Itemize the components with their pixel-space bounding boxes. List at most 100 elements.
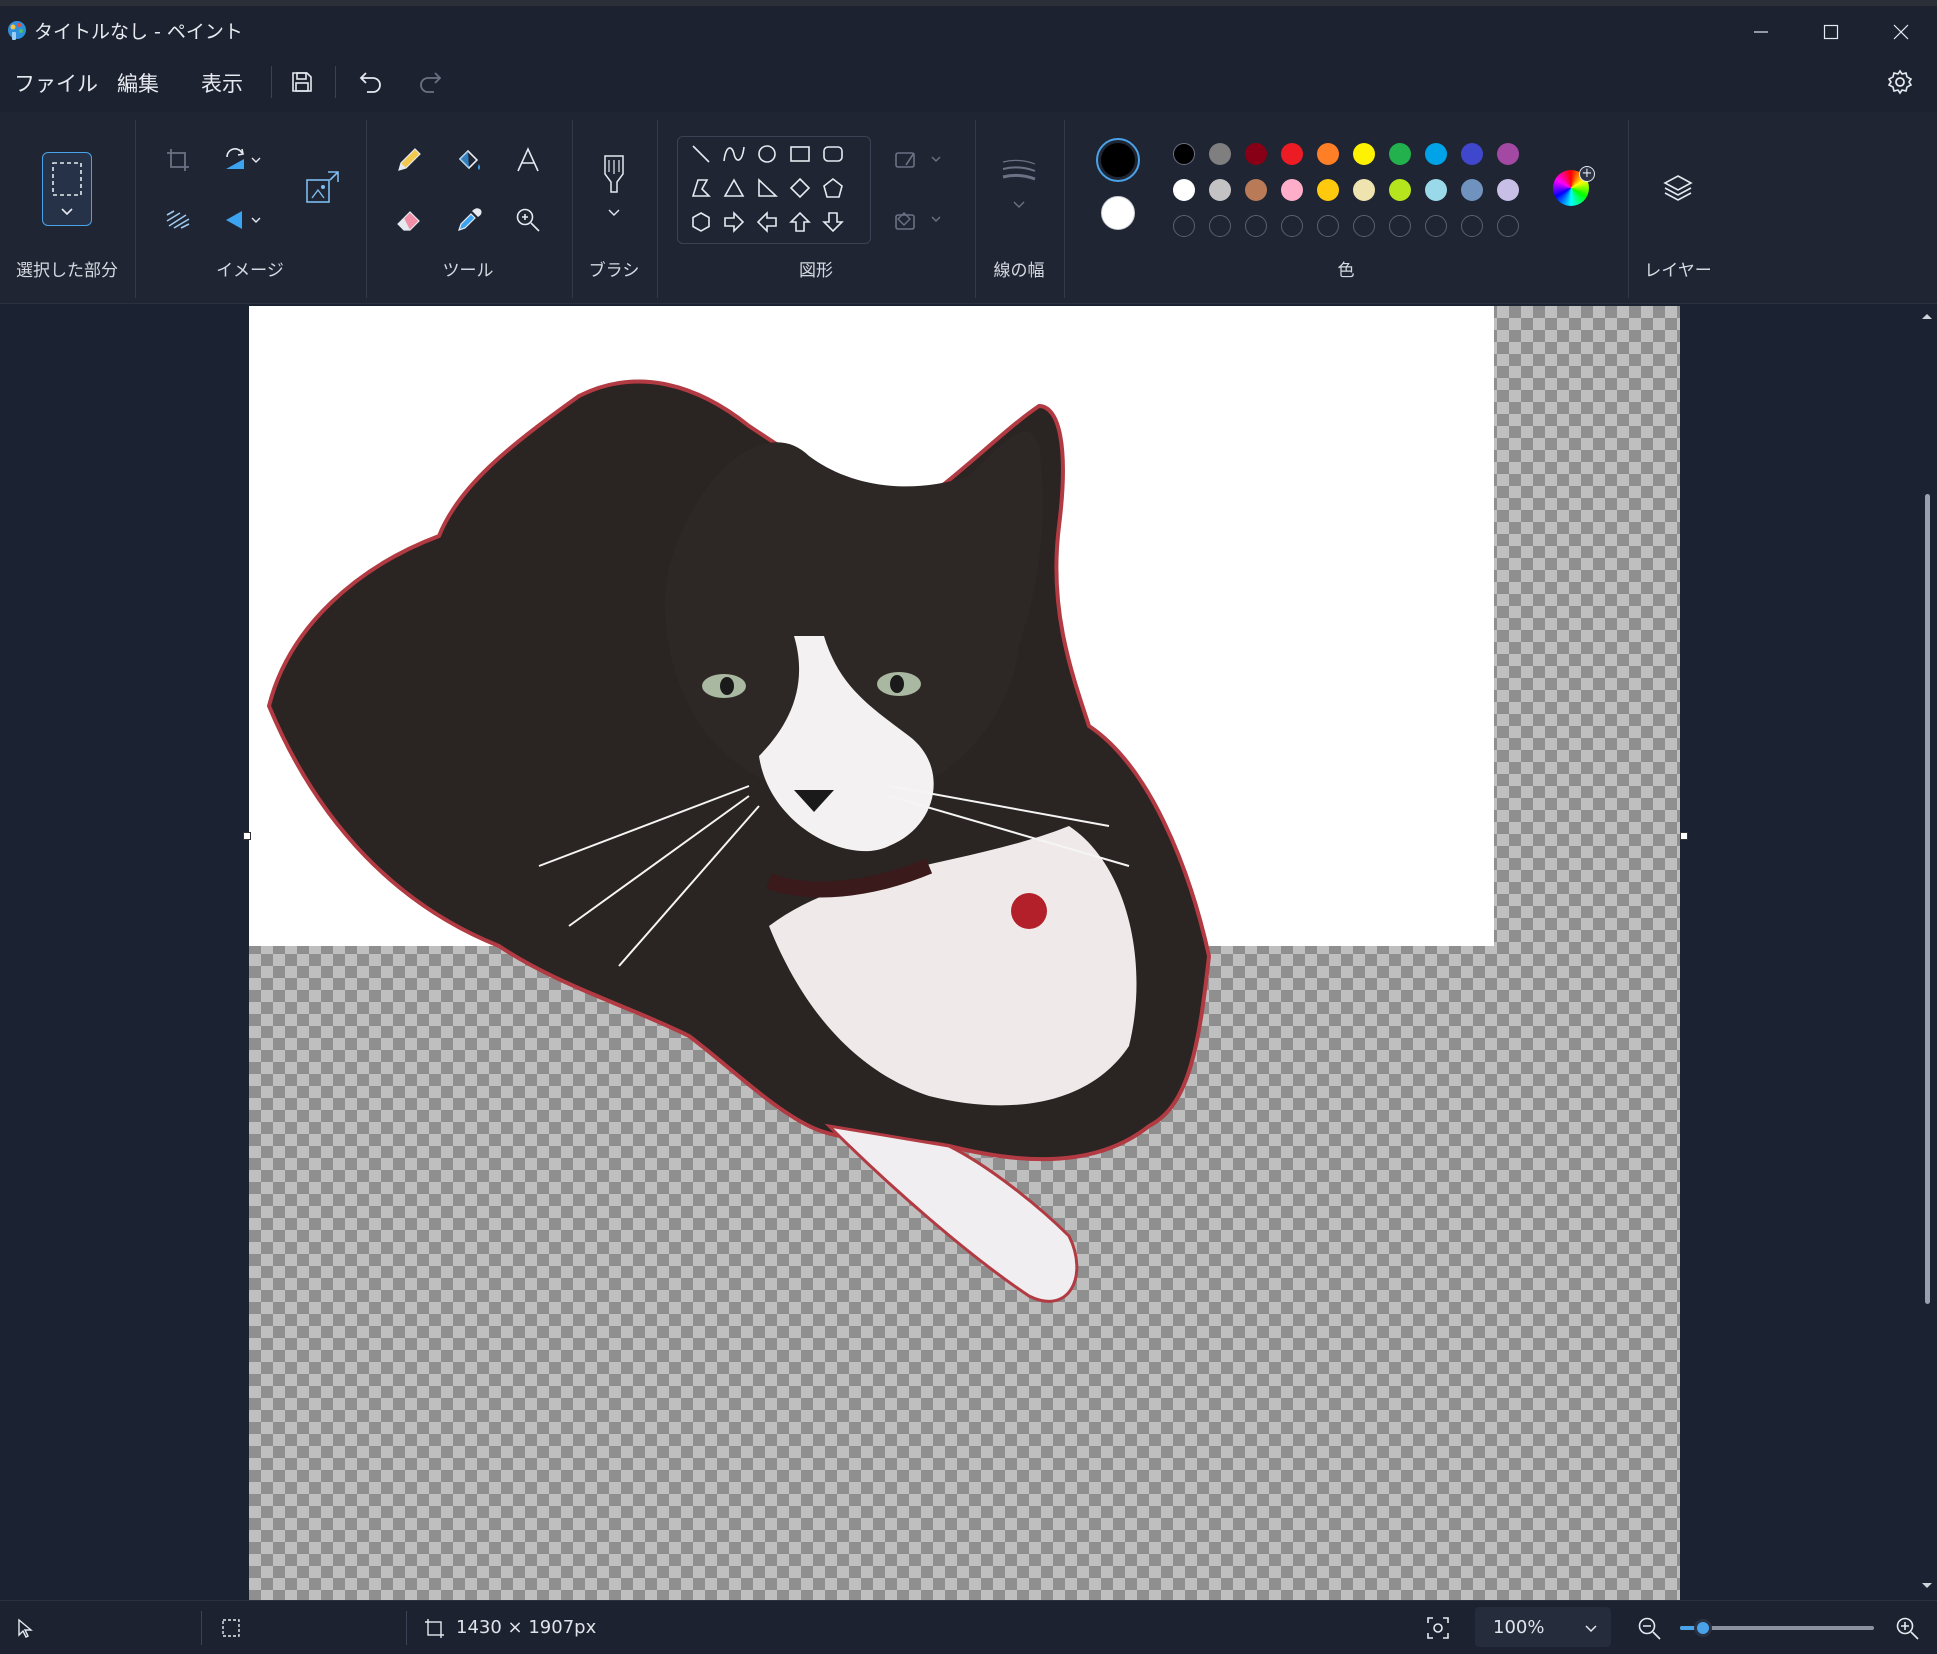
custom-color-slot[interactable] bbox=[1281, 215, 1303, 237]
right-arrow-shape[interactable] bbox=[719, 207, 749, 237]
crop-button[interactable] bbox=[158, 140, 198, 180]
color-swatch[interactable] bbox=[1209, 179, 1231, 201]
down-arrow-shape[interactable] bbox=[818, 207, 848, 237]
custom-color-slot[interactable] bbox=[1425, 215, 1447, 237]
color-swatch[interactable] bbox=[1281, 143, 1303, 165]
color-swatch[interactable] bbox=[1317, 179, 1339, 201]
triangle-shape[interactable] bbox=[719, 173, 749, 203]
flip-button[interactable] bbox=[222, 200, 262, 240]
primary-color-button[interactable] bbox=[1096, 138, 1140, 182]
status-bar: 1430 × 1907px 100% bbox=[0, 1600, 1937, 1654]
line-width-button[interactable] bbox=[999, 152, 1039, 222]
hexagon-shape[interactable] bbox=[686, 207, 716, 237]
custom-color-slot[interactable] bbox=[1209, 215, 1231, 237]
scroll-down-icon[interactable] bbox=[1917, 1576, 1937, 1596]
color-swatch[interactable] bbox=[1425, 143, 1447, 165]
menu-view[interactable]: 表示 bbox=[201, 68, 243, 98]
zoom-slider[interactable] bbox=[1680, 1619, 1874, 1637]
select-button[interactable] bbox=[42, 152, 92, 226]
color-picker-button[interactable] bbox=[449, 200, 489, 240]
cat-left-pupil bbox=[720, 677, 734, 695]
pointer-icon bbox=[18, 1618, 33, 1638]
color-swatch[interactable] bbox=[1245, 179, 1267, 201]
color-swatch[interactable] bbox=[1461, 179, 1483, 201]
menu-edit[interactable]: 編集 bbox=[117, 68, 159, 98]
rotate-button[interactable] bbox=[222, 140, 262, 180]
zoom-dropdown[interactable]: 100% bbox=[1475, 1607, 1611, 1647]
custom-color-slot[interactable] bbox=[1497, 215, 1519, 237]
rounded-rectangle-shape[interactable] bbox=[818, 139, 848, 169]
resize-handle-right[interactable] bbox=[1680, 832, 1688, 840]
canvas-workspace[interactable] bbox=[0, 304, 1937, 1600]
zoom-out-icon[interactable] bbox=[1636, 1615, 1662, 1641]
color-swatch[interactable] bbox=[1173, 179, 1195, 201]
status-divider bbox=[201, 1611, 202, 1645]
brush-button[interactable] bbox=[594, 152, 634, 222]
secondary-color-button[interactable] bbox=[1101, 196, 1135, 230]
undo-icon bbox=[359, 72, 381, 93]
save-button[interactable] bbox=[284, 64, 320, 100]
polygon-shape[interactable] bbox=[686, 173, 716, 203]
cat-photo[interactable] bbox=[249, 306, 1680, 1600]
up-arrow-shape[interactable] bbox=[785, 207, 815, 237]
color-swatch[interactable] bbox=[1497, 179, 1519, 201]
resize-handle-left[interactable] bbox=[243, 832, 251, 840]
custom-color-slot[interactable] bbox=[1245, 215, 1267, 237]
color-swatch[interactable] bbox=[1281, 179, 1303, 201]
color-swatch[interactable] bbox=[1497, 143, 1519, 165]
menu-file[interactable]: ファイル bbox=[14, 68, 98, 98]
maximize-button[interactable] bbox=[1800, 12, 1862, 52]
color-swatch[interactable] bbox=[1425, 179, 1447, 201]
color-swatch[interactable] bbox=[1461, 143, 1483, 165]
right-triangle-shape[interactable] bbox=[752, 173, 782, 203]
fill-button[interactable] bbox=[449, 140, 489, 180]
undo-button[interactable] bbox=[353, 64, 389, 100]
pencil-button[interactable] bbox=[389, 140, 429, 180]
minimize-button[interactable] bbox=[1730, 12, 1792, 52]
curve-shape[interactable] bbox=[719, 139, 749, 169]
minimize-icon bbox=[1754, 31, 1768, 33]
rectangle-icon bbox=[790, 146, 810, 162]
hexagon-icon bbox=[692, 212, 710, 232]
custom-color-slot[interactable] bbox=[1389, 215, 1411, 237]
zoom-in-icon[interactable] bbox=[1894, 1615, 1920, 1641]
text-button[interactable] bbox=[508, 140, 548, 180]
vertical-scrollbar[interactable] bbox=[1917, 304, 1937, 1600]
custom-color-slot[interactable] bbox=[1353, 215, 1375, 237]
fit-to-window-icon[interactable] bbox=[1425, 1615, 1451, 1641]
left-arrow-shape[interactable] bbox=[752, 207, 782, 237]
pentagon-shape[interactable] bbox=[818, 173, 848, 203]
remove-background-button[interactable] bbox=[158, 200, 198, 240]
right-arrow-icon bbox=[724, 211, 745, 233]
rectangle-shape[interactable] bbox=[785, 139, 815, 169]
oval-shape[interactable] bbox=[752, 139, 782, 169]
color-swatch[interactable] bbox=[1353, 179, 1375, 201]
resize-button[interactable] bbox=[302, 168, 342, 208]
scroll-up-icon[interactable] bbox=[1917, 306, 1937, 326]
custom-color-slot[interactable] bbox=[1317, 215, 1339, 237]
scrollbar-thumb[interactable] bbox=[1925, 494, 1930, 1304]
color-swatch[interactable] bbox=[1317, 143, 1339, 165]
close-button[interactable] bbox=[1870, 12, 1932, 52]
custom-color-slot[interactable] bbox=[1173, 215, 1195, 237]
settings-button[interactable] bbox=[1882, 64, 1918, 100]
line-shape[interactable] bbox=[686, 139, 716, 169]
color-swatch[interactable] bbox=[1353, 143, 1375, 165]
color-swatch[interactable] bbox=[1173, 143, 1195, 165]
group-label-shapes: 図形 bbox=[799, 261, 833, 281]
redo-button[interactable] bbox=[412, 64, 448, 100]
cat-bell bbox=[1011, 893, 1047, 929]
outline-button[interactable] bbox=[892, 140, 944, 180]
edit-colors-button[interactable]: + bbox=[1553, 166, 1595, 206]
custom-color-slot[interactable] bbox=[1461, 215, 1483, 237]
eraser-button[interactable] bbox=[389, 200, 429, 240]
zoom-slider-thumb[interactable] bbox=[1694, 1619, 1713, 1637]
color-swatch[interactable] bbox=[1389, 143, 1411, 165]
diamond-shape[interactable] bbox=[785, 173, 815, 203]
color-swatch[interactable] bbox=[1245, 143, 1267, 165]
fill-shape-button[interactable] bbox=[892, 200, 944, 240]
layers-button[interactable] bbox=[1658, 168, 1698, 208]
magnifier-button[interactable] bbox=[508, 200, 548, 240]
color-swatch[interactable] bbox=[1209, 143, 1231, 165]
color-swatch[interactable] bbox=[1389, 179, 1411, 201]
